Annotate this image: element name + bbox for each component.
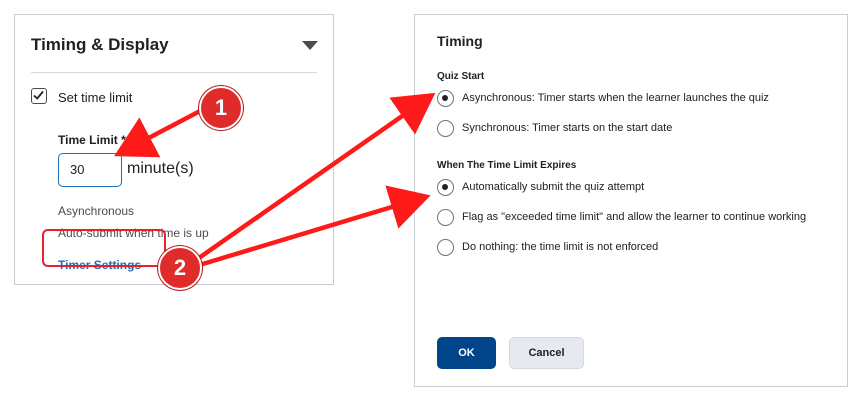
- option-do-nothing-label: Do nothing: the time limit is not enforc…: [462, 241, 659, 253]
- radio-synchronous[interactable]: [437, 120, 454, 137]
- expiry-section-label: When The Time Limit Expires: [437, 160, 577, 171]
- timer-settings-highlight: [42, 229, 166, 267]
- option-asynchronous-label: Asynchronous: Timer starts when the lear…: [462, 92, 769, 104]
- checkmark-icon: [33, 90, 44, 100]
- annotation-badge-1: 1: [199, 86, 243, 130]
- timer-mode-text: Asynchronous: [58, 204, 135, 218]
- radio-flag-exceeded[interactable]: [437, 209, 454, 226]
- collapse-caret-icon[interactable]: [302, 41, 318, 50]
- divider: [31, 72, 317, 73]
- quiz-start-label: Quiz Start: [437, 71, 485, 82]
- set-time-limit-checkbox[interactable]: [31, 88, 47, 104]
- time-limit-unit: minute(s): [127, 160, 194, 177]
- time-limit-input[interactable]: 30: [58, 153, 122, 187]
- radio-asynchronous[interactable]: [437, 90, 454, 107]
- panel-title: Timing & Display: [31, 35, 169, 54]
- option-synchronous-label: Synchronous: Timer starts on the start d…: [462, 122, 673, 134]
- timing-dialog: Timing Quiz Start Asynchronous: Timer st…: [414, 14, 848, 387]
- radio-auto-submit[interactable]: [437, 179, 454, 196]
- annotation-badge-2: 2: [158, 246, 202, 290]
- radio-do-nothing[interactable]: [437, 239, 454, 256]
- dialog-title: Timing: [437, 33, 483, 49]
- option-auto-submit-label: Automatically submit the quiz attempt: [462, 181, 645, 193]
- cancel-button[interactable]: Cancel: [509, 337, 584, 369]
- time-limit-label: Time Limit *: [58, 133, 126, 147]
- set-time-limit-label: Set time limit: [58, 90, 133, 105]
- option-flag-exceeded-label: Flag as "exceeded time limit" and allow …: [462, 211, 807, 223]
- ok-button[interactable]: OK: [437, 337, 496, 369]
